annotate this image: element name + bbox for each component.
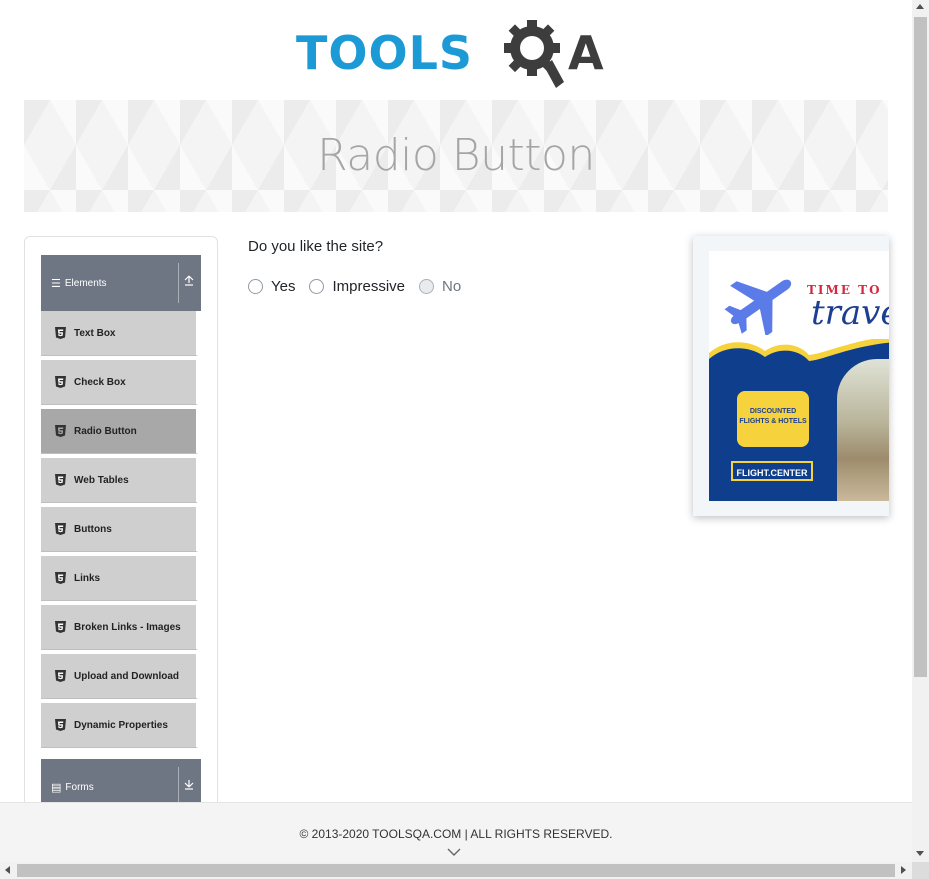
vertical-scroll-thumb[interactable] (914, 17, 927, 677)
html5-icon (55, 572, 66, 584)
sidebar-item-label: Radio Button (74, 425, 137, 437)
radio-yes[interactable]: Yes (248, 278, 295, 295)
sidebar-item-buttons[interactable]: Buttons (41, 507, 198, 552)
ad-offer-line1: DISCOUNTED (749, 408, 797, 415)
list-icon: ☰ (51, 277, 61, 290)
sidebar-item-web-tables[interactable]: Web Tables (41, 458, 198, 503)
radio-no: No (419, 278, 461, 295)
logo-suffix: A (568, 26, 604, 80)
scroll-down-arrow-icon[interactable] (916, 851, 924, 856)
ad-brand: FLIGHT.CENTER (731, 461, 813, 481)
sidebar-item-links[interactable]: Links (41, 556, 198, 601)
html5-icon (55, 425, 66, 437)
html5-icon (55, 719, 66, 731)
group-header-divider (178, 767, 179, 807)
radio-impressive[interactable]: Impressive (309, 278, 405, 295)
horizontal-scroll-thumb[interactable] (17, 864, 895, 877)
page-footer: © 2013-2020 TOOLSQA.COM | ALL RIGHTS RES… (0, 802, 912, 862)
sidebar-item-text-box[interactable]: Text Box (41, 311, 198, 356)
left-sidebar: ☰ Elements Text Box Check Box Radio Butt… (24, 236, 218, 862)
radio-circle-disabled (419, 279, 435, 294)
group-header-label: Elements (64, 277, 107, 289)
radio-circle[interactable] (248, 279, 263, 294)
sidebar-item-label: Dynamic Properties (74, 719, 168, 731)
html5-icon (55, 327, 66, 339)
form-icon: ▤ (51, 781, 62, 794)
ad-offer-line2: FLIGHTS & HOTELS (739, 418, 807, 425)
sidebar-item-check-box[interactable]: Check Box (41, 360, 198, 405)
page-header-banner: Radio Button (24, 100, 888, 212)
sidebar-item-label: Text Box (74, 327, 116, 339)
scroll-up-arrow-icon[interactable] (916, 4, 924, 9)
html5-icon (55, 474, 66, 486)
sidebar-item-label: Web Tables (74, 474, 129, 486)
sidebar-item-label: Buttons (74, 523, 112, 535)
radio-group: Yes Impressive No (248, 278, 475, 295)
logo-text: TOOLS (296, 26, 474, 80)
sidebar-item-label: Upload and Download (74, 670, 179, 682)
ad-creative[interactable]: TIME TO travel DISCOUNTED FLIGHTS & HOTE… (709, 251, 889, 501)
scroll-right-arrow-icon[interactable] (901, 866, 906, 874)
footer-copyright: © 2013-2020 TOOLSQA.COM | ALL RIGHTS RES… (299, 827, 613, 841)
sidebar-item-label: Links (74, 572, 101, 584)
ad-headline: travel (811, 293, 889, 333)
sidebar-item-dynamic-properties[interactable]: Dynamic Properties (41, 703, 198, 748)
html5-icon (55, 523, 66, 535)
page-title: Radio Button (317, 130, 595, 181)
horizontal-scrollbar[interactable] (0, 862, 912, 879)
sidebar-item-broken-links[interactable]: Broken Links - Images (41, 605, 198, 650)
airplane-icon (724, 279, 792, 335)
group-header-divider (178, 263, 179, 303)
sidebar-item-label: Broken Links - Images (74, 621, 181, 633)
radio-label-impressive[interactable]: Impressive (332, 278, 405, 295)
group-header-label: Forms (65, 781, 94, 793)
question-text: Do you like the site? (248, 238, 384, 255)
sidebar-item-upload-download[interactable]: Upload and Download (41, 654, 198, 699)
page-viewport: TOOLS A Radio Button ☰ Elements Text Box… (0, 0, 912, 862)
advertisement[interactable]: TIME TO travel DISCOUNTED FLIGHTS & HOTE… (693, 236, 889, 516)
radio-label-no: No (442, 278, 462, 295)
html5-icon (55, 621, 66, 633)
vertical-scrollbar[interactable] (912, 0, 929, 862)
collapse-up-icon[interactable] (183, 274, 195, 288)
html5-icon (55, 670, 66, 682)
sidebar-item-label: Check Box (74, 376, 126, 388)
sidebar-item-radio-button[interactable]: Radio Button (41, 409, 198, 454)
gear-magnifier-icon (504, 20, 564, 88)
scroll-left-arrow-icon[interactable] (5, 866, 10, 874)
chevron-down-icon[interactable] (447, 847, 461, 857)
expand-down-icon[interactable] (183, 778, 195, 792)
toolsqa-logo[interactable]: TOOLS A (296, 14, 626, 94)
radio-label-yes[interactable]: Yes (271, 278, 295, 295)
ad-offer-bubble: DISCOUNTED FLIGHTS & HOTELS (737, 391, 809, 447)
radio-circle[interactable] (309, 279, 325, 294)
html5-icon (55, 376, 66, 388)
elements-menu: Text Box Check Box Radio Button Web Tabl… (41, 311, 198, 752)
scrollbar-corner (912, 862, 929, 879)
group-header-elements[interactable]: ☰ Elements (41, 255, 201, 311)
ad-photo (837, 359, 889, 501)
